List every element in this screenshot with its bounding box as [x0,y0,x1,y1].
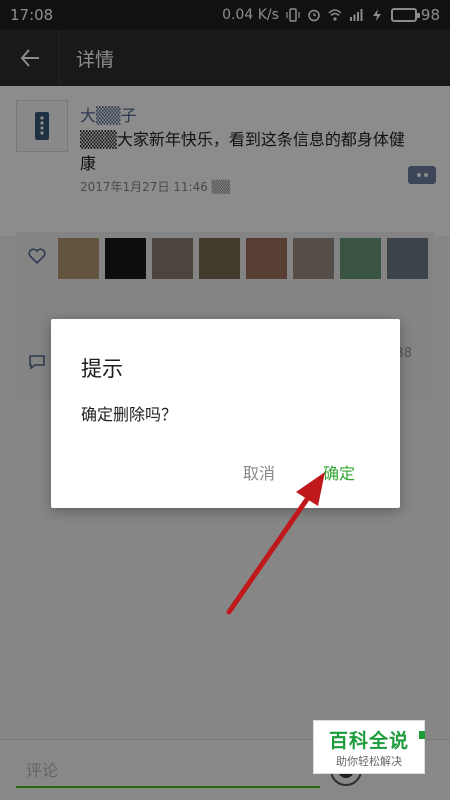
watermark-main: 百科全说 [328,729,409,752]
cancel-button[interactable]: 取消 [243,460,275,484]
watermark-sub: 助你轻松解决 [336,754,402,768]
dialog-message: 确定删除吗？ [81,405,178,424]
confirm-dialog: 提示 确定删除吗？ 取消 确定 [51,319,400,508]
dialog-title: 提示 [81,357,123,381]
watermark-logo: 百科全说 助你轻松解决 [313,720,425,774]
watermark-flag [419,731,425,739]
confirm-button[interactable]: 确定 [323,460,355,484]
